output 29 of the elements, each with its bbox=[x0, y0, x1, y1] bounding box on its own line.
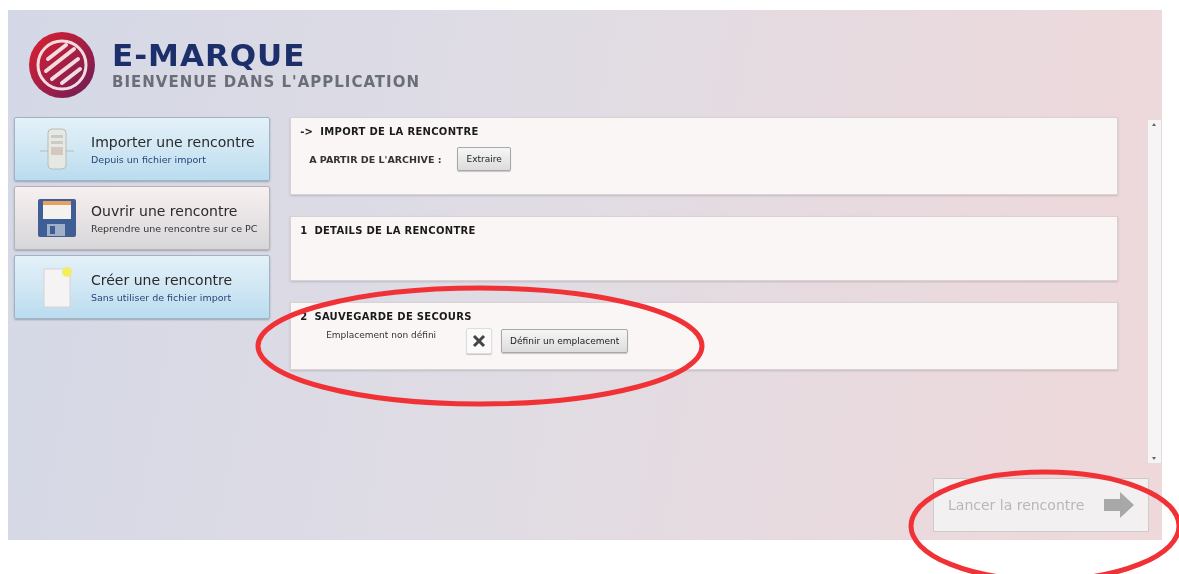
sidebar-item[interactable]: Ouvrir une rencontre Reprendre une rencontre sur ce PC bbox=[14, 186, 271, 250]
clear-button[interactable] bbox=[466, 328, 493, 354]
item-title: Créer une rencontre bbox=[91, 271, 233, 288]
set-location-button[interactable]: Définir un emplacement bbox=[501, 329, 629, 353]
device-icon bbox=[40, 127, 74, 171]
extract-button[interactable]: Extraire bbox=[457, 147, 511, 171]
section-number: -> bbox=[300, 126, 314, 137]
field-label: A PARTIR DE L'ARCHIVE : bbox=[309, 153, 442, 165]
location-status: Emplacement non défini bbox=[326, 330, 437, 340]
app-title: E-MARQUE bbox=[112, 39, 307, 71]
scroll-down-icon[interactable] bbox=[1152, 457, 1157, 460]
scrollbar[interactable] bbox=[1147, 119, 1162, 464]
new-document-icon bbox=[40, 265, 74, 309]
section-title: SAUVEGARDE DE SECOURS bbox=[314, 311, 472, 322]
section-number: 1 bbox=[300, 225, 308, 236]
sidebar-item[interactable]: Importer une rencontre Depuis un fichier import bbox=[14, 117, 271, 181]
scroll-up-icon[interactable] bbox=[1152, 123, 1157, 126]
item-subtitle: Depuis un fichier import bbox=[91, 153, 207, 165]
section-title: DETAILS DE LA RENCONTRE bbox=[314, 225, 476, 236]
section-title: IMPORT DE LA RENCONTRE bbox=[320, 126, 479, 137]
sidebar-item[interactable]: Créer une rencontre Sans utiliser de fichier import bbox=[14, 255, 271, 319]
arrow-icon bbox=[1102, 490, 1136, 520]
logo-icon bbox=[26, 29, 98, 101]
item-subtitle: Sans utiliser de fichier import bbox=[91, 291, 233, 303]
close-icon bbox=[472, 334, 487, 348]
item-subtitle: Reprendre une rencontre sur ce PC bbox=[91, 222, 258, 234]
item-title: Ouvrir une rencontre bbox=[91, 202, 239, 219]
app-subtitle: BIENVENUE DANS L'APPLICATION bbox=[112, 73, 420, 91]
item-title: Importer une rencontre bbox=[91, 133, 255, 150]
